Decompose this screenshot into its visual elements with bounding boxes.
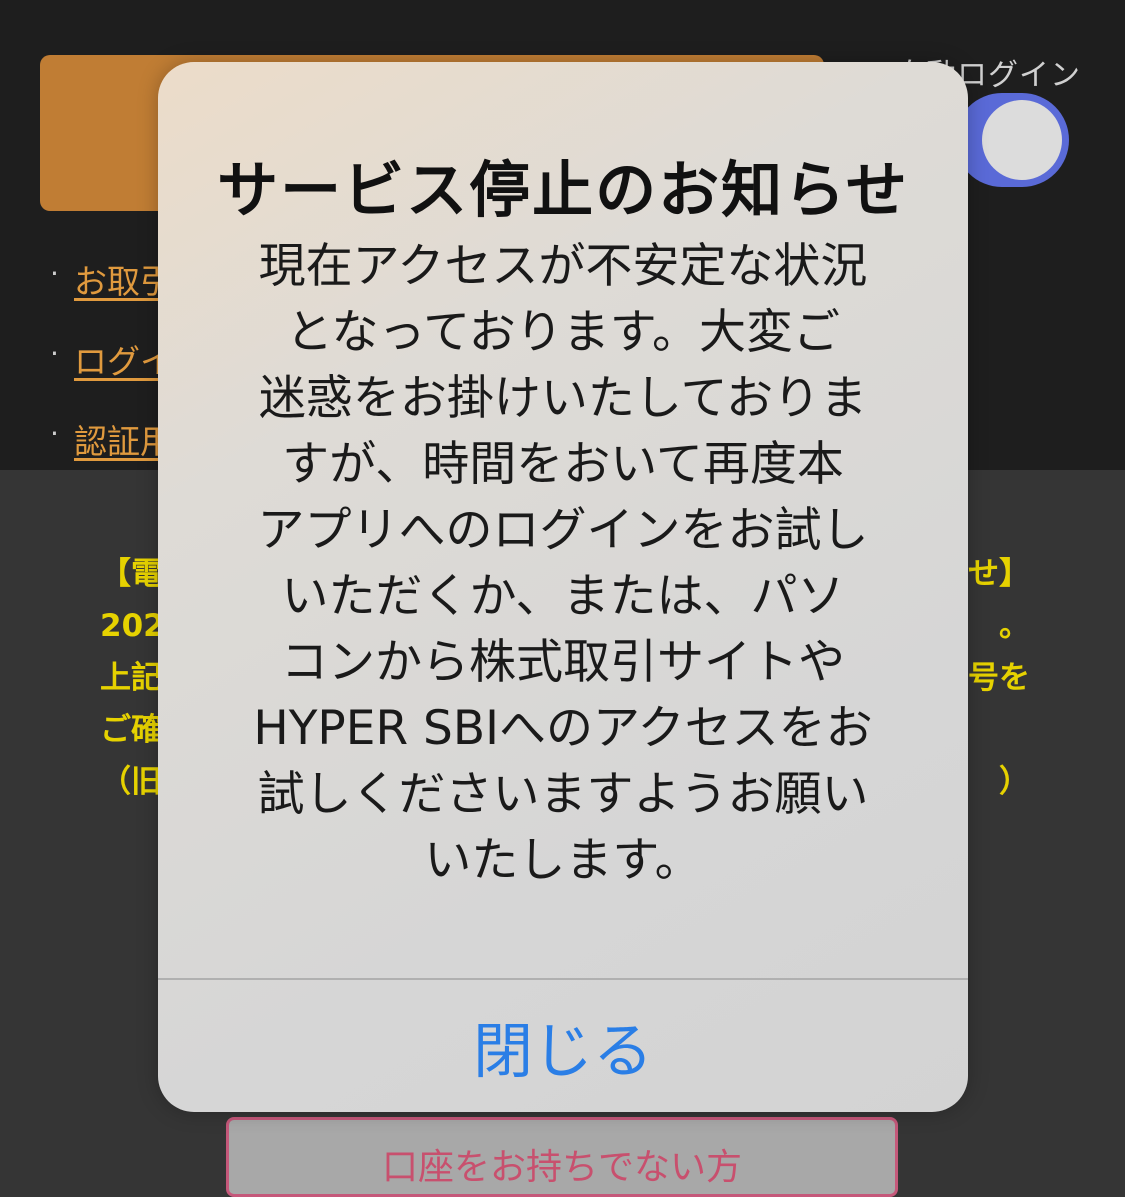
bullet-icon: · (50, 257, 59, 290)
open-account-button[interactable]: 口座をお持ちでない方 (226, 1117, 898, 1197)
alert-message-line: いたします。 (424, 833, 702, 888)
bullet-icon: · (50, 337, 59, 370)
alert-message-line: 試しくださいますようお願い (257, 767, 869, 822)
notice-text: ご確 (100, 712, 162, 748)
alert-message-line: アプリへのログインをお試し (257, 503, 869, 558)
alert-message-line: HYPER SBIへのアクセスをお (253, 701, 873, 756)
close-button[interactable]: 閉じる (158, 980, 968, 1112)
bullet-icon: · (50, 417, 59, 450)
notice-text: 。 (999, 608, 1030, 644)
autologin-toggle[interactable] (955, 93, 1069, 187)
notice-text: 号を (968, 660, 1030, 696)
notice-text: 【電 (100, 556, 162, 592)
alert-message-line: 現在アクセスが不安定な状況 (258, 239, 868, 294)
alert-message-line: 迷惑をお掛けいたしておりま (258, 371, 868, 426)
alert-message: 現在アクセスが不安定な状況 となっております。大変ご 迷惑をお掛けいたしておりま… (198, 234, 928, 894)
notice-text: ） (999, 764, 1030, 800)
notice-text: 上記 (100, 660, 162, 696)
toggle-knob (982, 100, 1062, 180)
alert-message-line: いただくか、または、パソ (281, 569, 845, 624)
notice-text: せ】 (968, 556, 1030, 592)
alert-message-line: となっております。大変ご (285, 305, 841, 360)
alert-message-line: すが、時間をおいて再度本 (282, 437, 844, 492)
service-stop-alert: サービス停止のお知らせ 現在アクセスが不安定な状況 となっております。大変ご 迷… (158, 62, 968, 1112)
notice-text: 202 (100, 608, 165, 644)
alert-title: サービス停止のお知らせ (217, 155, 909, 226)
alert-message-line: コンから株式取引サイトや (281, 635, 845, 690)
notice-text: （旧 (100, 764, 162, 800)
